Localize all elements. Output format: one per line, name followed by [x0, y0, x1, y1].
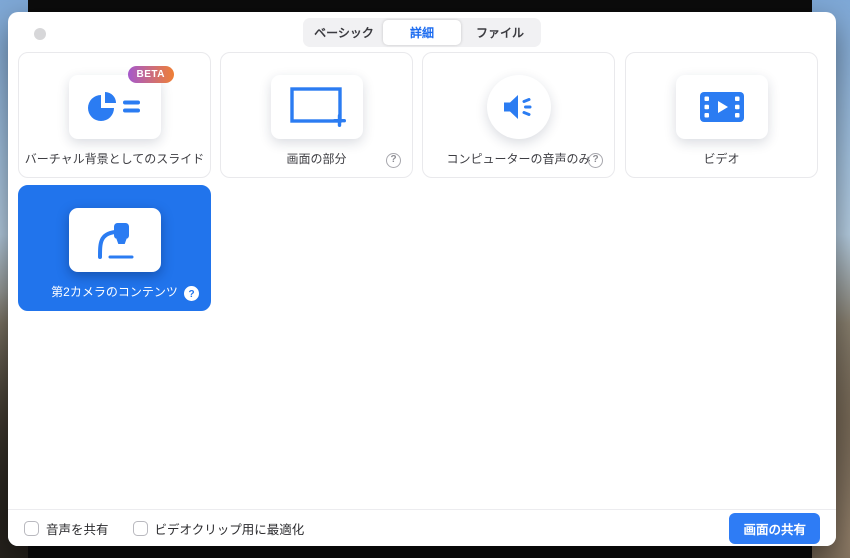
share-sound-label: 音声を共有 [46, 522, 109, 537]
film-video-icon [675, 75, 768, 139]
tab-bar: ベーシック 詳細 ファイル [303, 18, 541, 47]
card-slides-virtual-background[interactable]: BETA バーチャル背景としてのスライド [18, 52, 211, 178]
card-label: コンピューターの音声のみ [446, 152, 591, 166]
share-screen-button[interactable]: 画面の共有 [729, 512, 820, 544]
card-screen-portion[interactable]: 画面の部分 ? [220, 52, 413, 178]
window-control-button[interactable] [34, 28, 46, 40]
card-label: 第2カメラのコンテンツ [51, 285, 178, 299]
share-screen-dialog: ベーシック 詳細 ファイル BETA バーチャル背景としてのスライド 画面の部分… [8, 12, 836, 546]
help-icon[interactable]: ? [184, 286, 199, 301]
optimize-video-clip-option[interactable]: ビデオクリップ用に最適化 [132, 519, 305, 538]
beta-badge: BETA [127, 66, 174, 83]
tab-basic[interactable]: ベーシック [305, 20, 383, 45]
share-sound-option[interactable]: 音声を共有 [24, 519, 109, 538]
speaker-icon [486, 75, 551, 139]
card-label: 画面の部分 [286, 152, 347, 166]
dialog-footer: 音声を共有 ビデオクリップ用に最適化 画面の共有 [8, 509, 836, 546]
card-label: バーチャル背景としてのスライド [24, 152, 205, 166]
optimize-video-clip-checkbox[interactable] [132, 520, 148, 536]
help-icon[interactable]: ? [588, 153, 603, 168]
share-sound-checkbox[interactable] [24, 520, 39, 536]
pie-chart-slides-icon [68, 75, 161, 139]
card-second-camera-content[interactable]: 第2カメラのコンテンツ ? [18, 185, 211, 311]
help-icon[interactable]: ? [386, 153, 401, 168]
document-camera-icon [68, 208, 161, 272]
card-computer-audio[interactable]: コンピューターの音声のみ ? [422, 52, 615, 178]
tab-files[interactable]: ファイル [461, 20, 539, 45]
card-video[interactable]: ビデオ [625, 52, 818, 178]
screen-portion-icon [270, 75, 363, 139]
card-label: ビデオ [703, 152, 740, 166]
tab-advanced[interactable]: 詳細 [383, 20, 461, 45]
optimize-video-clip-label: ビデオクリップ用に最適化 [154, 522, 305, 537]
